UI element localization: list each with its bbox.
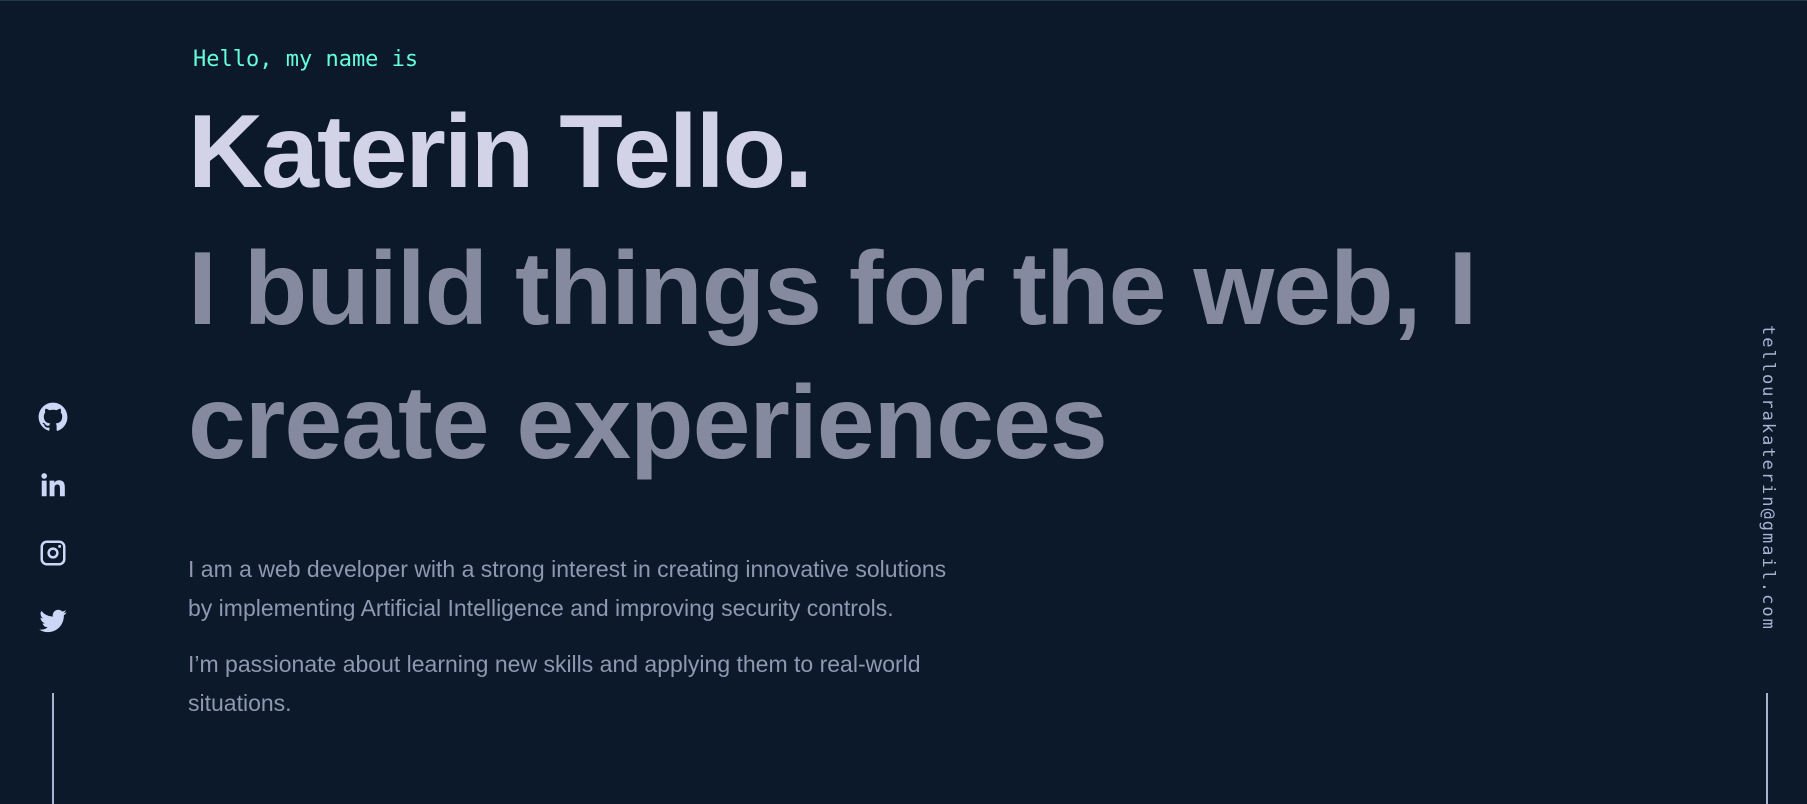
github-icon: [38, 402, 68, 431]
email-rail: tellourakaterin@gmail.com: [1754, 325, 1782, 655]
hero-tagline: I build things for the web, I create exp…: [188, 231, 1477, 481]
linkedin-icon: [41, 473, 65, 497]
right-rail-line: [1766, 693, 1768, 804]
github-link[interactable]: [36, 400, 70, 434]
hero-greeting: Hello, my name is: [193, 47, 419, 72]
hero-name: Katerin Tello.: [188, 94, 813, 210]
left-rail-line: [52, 693, 54, 804]
top-divider: [0, 0, 1807, 1]
hero-bio: I am a web developer with a strong inter…: [188, 550, 948, 740]
linkedin-link[interactable]: [36, 468, 70, 502]
twitter-icon: [39, 609, 67, 633]
instagram-link[interactable]: [36, 536, 70, 570]
bio-paragraph: I am a web developer with a strong inter…: [188, 556, 947, 621]
email-link[interactable]: tellourakaterin@gmail.com: [1758, 325, 1778, 655]
bio-paragraph: I’m passionate about learning new skills…: [188, 651, 921, 716]
twitter-link[interactable]: [36, 604, 70, 638]
social-links: [36, 400, 70, 638]
instagram-icon: [40, 540, 66, 566]
